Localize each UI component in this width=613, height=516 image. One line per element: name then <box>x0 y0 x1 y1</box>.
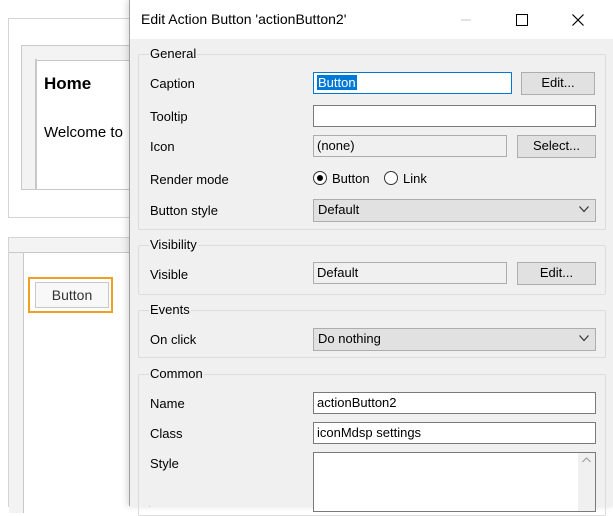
render-mode-button-label: Button <box>332 171 370 186</box>
minimize-icon <box>461 19 471 20</box>
caption-label: Caption <box>150 76 195 91</box>
welcome-text: Welcome to <box>44 124 123 141</box>
style-scrollbar[interactable] <box>578 453 595 511</box>
caption-edit-button[interactable]: Edit... <box>521 72 595 95</box>
class-input[interactable]: iconMdsp settings <box>313 422 596 444</box>
render-mode-link-label: Link <box>403 171 427 186</box>
dialog-title: Edit Action Button 'actionButton2' <box>141 11 347 27</box>
scroll-up-icon[interactable] <box>578 453 595 467</box>
icon-select-button[interactable]: Select... <box>517 135 596 158</box>
home-title: Home <box>44 74 92 93</box>
chevron-down-icon <box>579 335 589 342</box>
on-click-value: Do nothing <box>318 331 381 346</box>
container-side-bar <box>9 253 24 513</box>
tooltip-input[interactable] <box>313 105 596 127</box>
common-group-title: Common <box>149 366 204 381</box>
container-header-bar <box>9 238 149 253</box>
button-style-value: Default <box>318 202 360 217</box>
maximize-button[interactable] <box>499 0 545 39</box>
container-divider <box>35 59 36 189</box>
button-style-label: Button style <box>150 203 218 218</box>
visible-label: Visible <box>150 267 189 282</box>
maximize-icon <box>516 13 528 26</box>
minimize-button[interactable] <box>443 0 489 39</box>
action-button-widget[interactable]: Button <box>35 282 109 308</box>
visibility-group-title: Visibility <box>149 237 198 252</box>
visible-field: Default <box>313 262 507 284</box>
dialog-titlebar[interactable]: Edit Action Button 'actionButton2' <box>130 0 613 39</box>
style-label: Style <box>150 456 179 471</box>
edit-action-button-dialog: Edit Action Button 'actionButton2' Gener… <box>129 0 613 516</box>
close-button[interactable] <box>555 0 601 39</box>
caption-selected-text: Button <box>317 75 357 90</box>
name-label: Name <box>150 396 185 411</box>
icon-label: Icon <box>150 139 175 154</box>
visible-edit-button[interactable]: Edit... <box>517 262 596 285</box>
close-icon <box>572 13 584 26</box>
button-style-dropdown[interactable]: Default <box>313 199 596 222</box>
icon-field: (none) <box>313 135 507 157</box>
on-click-dropdown[interactable]: Do nothing <box>313 328 596 351</box>
on-click-label: On click <box>150 332 197 347</box>
general-group-title: General <box>149 46 198 61</box>
caption-input[interactable]: Button <box>313 72 512 94</box>
render-mode-button-radio[interactable] <box>313 171 327 185</box>
style-textarea[interactable] <box>313 452 596 512</box>
tooltip-label: Tooltip <box>150 109 188 124</box>
chevron-down-icon <box>579 206 589 213</box>
render-mode-label: Render mode <box>150 172 229 187</box>
name-input[interactable]: actionButton2 <box>313 392 596 414</box>
render-mode-link-radio[interactable] <box>384 171 398 185</box>
events-group-title: Events <box>149 302 191 317</box>
class-label: Class <box>150 426 183 441</box>
